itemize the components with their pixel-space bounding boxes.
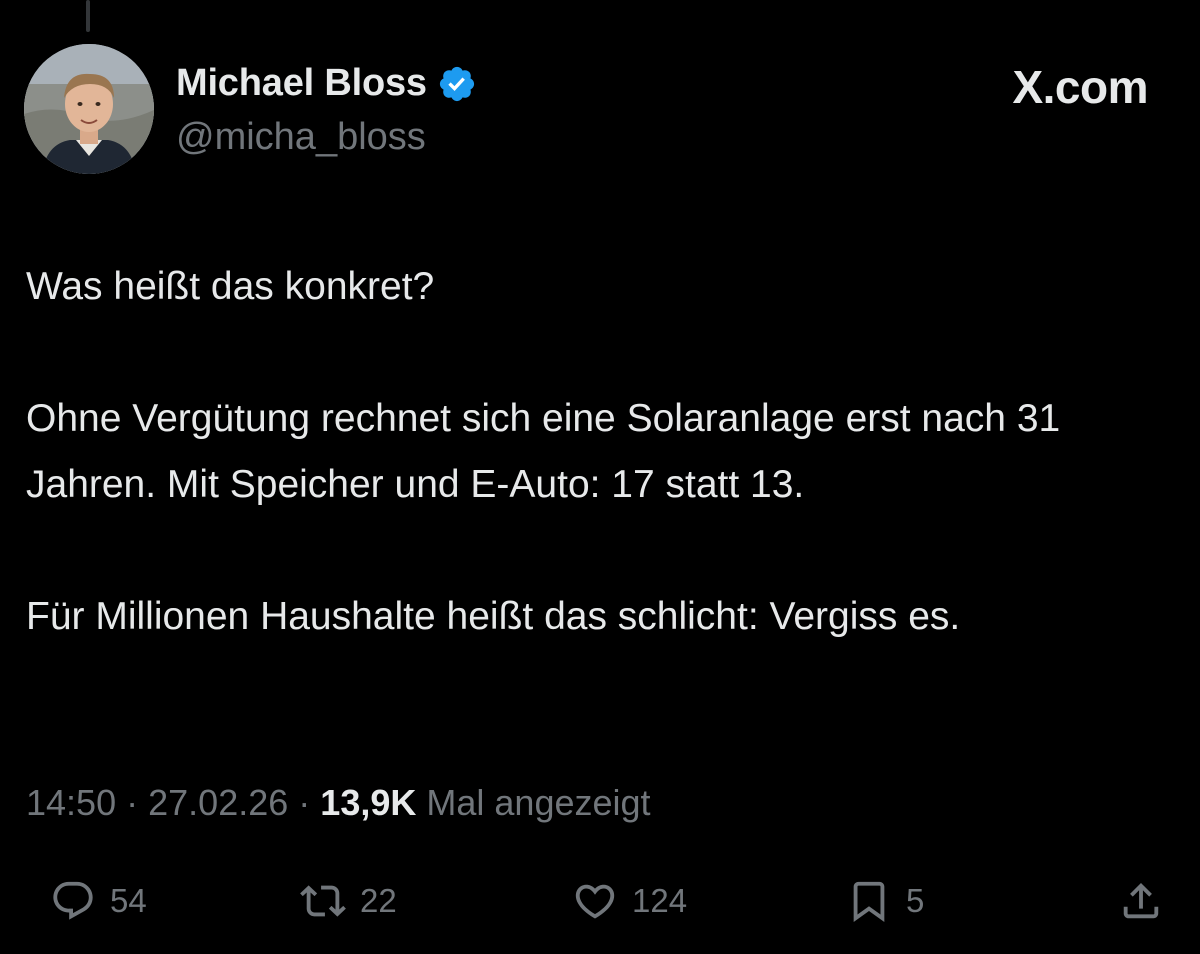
tweet-meta: 14:50 · 27.02.26 · 13,9K Mal angezeigt <box>26 782 651 824</box>
author-handle[interactable]: @micha_bloss <box>176 116 426 159</box>
views-label: Mal angezeigt <box>426 782 651 823</box>
repost-count: 22 <box>360 882 397 919</box>
tweet-paragraph: Ohne Vergütung rechnet sich eine Solaran… <box>26 397 1061 506</box>
meta-separator: · <box>126 782 139 823</box>
tweet-body: Was heißt das konkret? Ohne Vergütung re… <box>26 254 1176 650</box>
bookmark-icon <box>853 881 885 922</box>
like-count: 124 <box>632 882 688 919</box>
heart-icon <box>575 884 615 919</box>
share-button[interactable] <box>1118 874 1164 928</box>
like-button[interactable]: 124 <box>572 874 687 928</box>
meta-separator: · <box>298 782 311 823</box>
author-name-row: Michael Bloss <box>176 62 477 105</box>
share-icon <box>1123 882 1159 919</box>
brand-label: X.com <box>1012 61 1148 113</box>
tweet-date[interactable]: 27.02.26 <box>148 782 288 823</box>
author-display-name[interactable]: Michael Bloss <box>176 62 427 105</box>
tweet-paragraph: Für Millionen Haushalte heißt das schlic… <box>26 595 961 638</box>
reply-icon <box>53 881 93 920</box>
bookmark-count: 5 <box>906 882 925 919</box>
reply-count: 54 <box>110 882 147 919</box>
bookmark-button[interactable]: 5 <box>846 874 924 928</box>
repost-icon <box>300 885 346 917</box>
reply-button[interactable]: 54 <box>50 874 147 928</box>
avatar[interactable] <box>24 44 154 174</box>
repost-button[interactable]: 22 <box>300 874 397 928</box>
tweet-time[interactable]: 14:50 <box>26 782 116 823</box>
thread-connector-line <box>86 0 90 32</box>
views-count: 13,9K <box>320 782 417 823</box>
verified-badge-icon <box>439 66 474 101</box>
avatar-photo <box>24 44 154 174</box>
tweet-paragraph: Was heißt das konkret? <box>26 265 435 308</box>
